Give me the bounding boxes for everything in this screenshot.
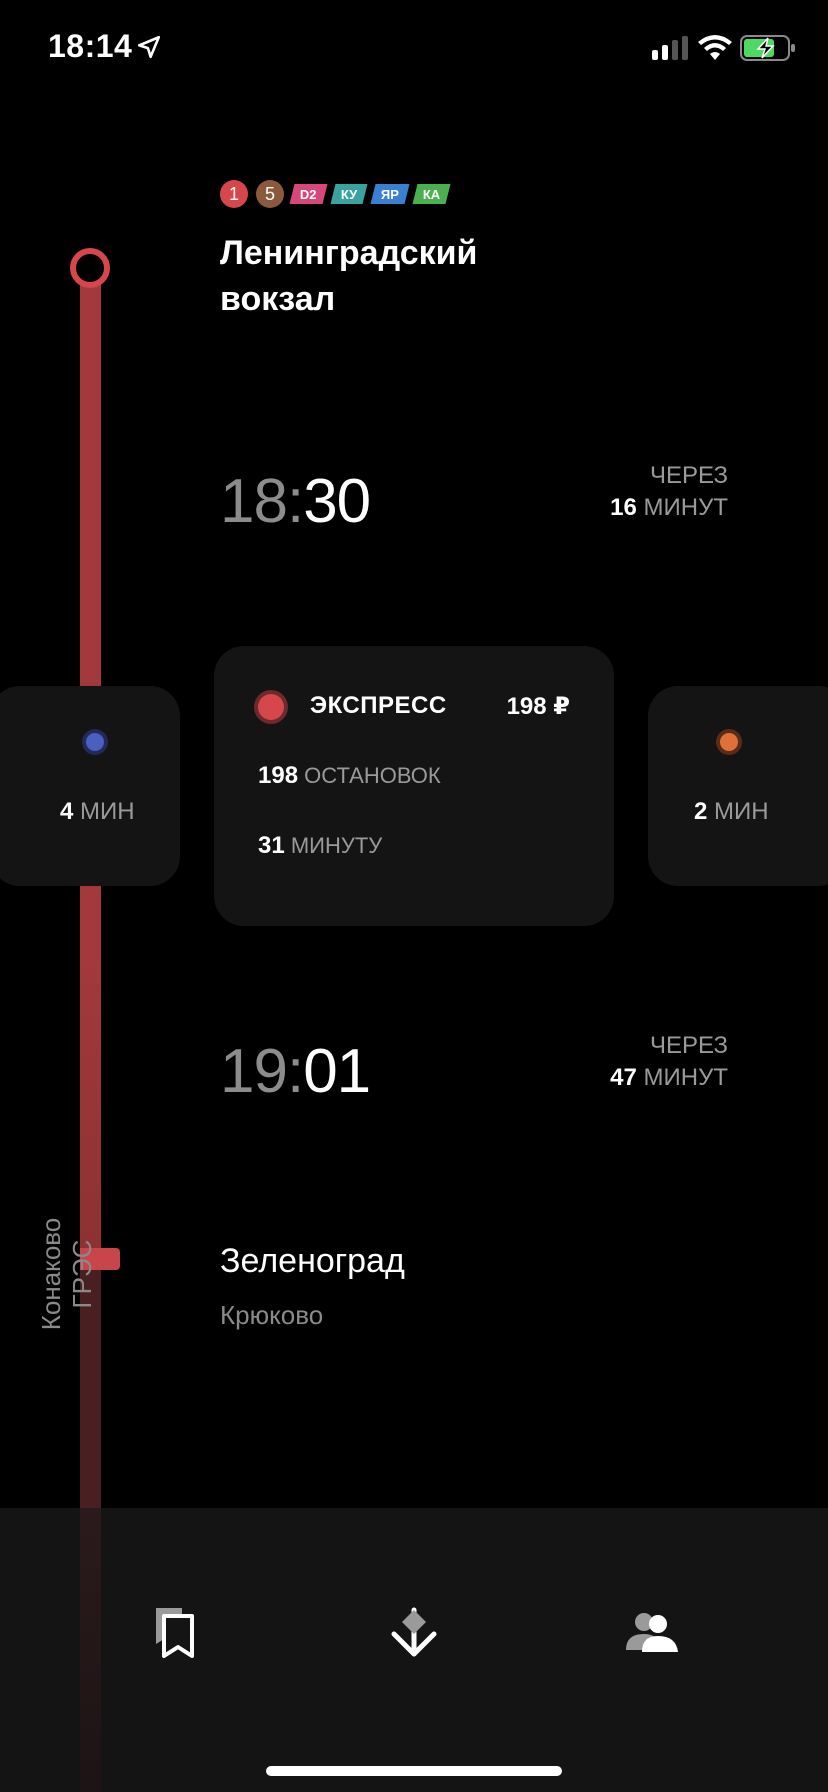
train-duration: 31 МИНУТУ <box>258 832 383 859</box>
location-arrow-icon <box>137 35 161 59</box>
origin-station-title: Ленинградский вокзал <box>220 234 478 318</box>
walk-right-duration: 2 МИН <box>694 798 769 825</box>
train-card[interactable]: ЭКСПРЕСС 198 ₽ 198 ОСТАНОВОК 31 МИНУТУ <box>214 646 614 926</box>
cellular-signal-icon <box>652 36 688 60</box>
line-name-label: Конаково ГРЭС <box>36 1217 97 1331</box>
walk-left-dot <box>86 733 104 751</box>
train-type-label: ЭКСПРЕСС <box>310 692 447 719</box>
badge-yar: ЯР <box>370 184 410 204</box>
home-indicator <box>266 1766 562 1776</box>
train-type-dot <box>258 694 284 720</box>
departure-time-2[interactable]: 19:01 <box>220 1036 371 1107</box>
departure-countdown-2: ЧЕРЕЗ 47 МИНУТ <box>610 1032 728 1091</box>
walk-card-left[interactable] <box>0 686 180 886</box>
profile-icon[interactable] <box>624 1604 680 1660</box>
route-line-faded-overlay <box>80 1508 101 1792</box>
line-badges: 1 5 D2 КУ ЯР КА <box>220 180 451 208</box>
badge-line-5: 5 <box>256 180 284 208</box>
badge-line-1: 1 <box>220 180 248 208</box>
destination-title: Зеленоград <box>220 1242 405 1280</box>
route-direction-icon[interactable] <box>386 1604 442 1660</box>
walk-card-right[interactable] <box>648 686 828 886</box>
walk-left-duration: 4 МИН <box>60 798 135 825</box>
wifi-icon <box>698 35 732 60</box>
badge-ku: КУ <box>330 184 368 204</box>
train-price: 198 ₽ <box>506 693 570 720</box>
battery-charging-icon <box>740 35 795 61</box>
bookmarks-icon[interactable] <box>148 1604 204 1660</box>
departure-time-1[interactable]: 18:30 <box>220 466 371 537</box>
destination-subtitle: Крюково <box>220 1300 324 1330</box>
badge-d2: D2 <box>289 184 328 204</box>
status-time: 18:14 <box>48 28 133 64</box>
departure-countdown-1: ЧЕРЕЗ 16 МИНУТ <box>610 462 728 521</box>
badge-ka: КА <box>412 184 451 204</box>
origin-marker <box>70 248 110 288</box>
walk-right-dot <box>720 733 738 751</box>
train-stops: 198 ОСТАНОВОК <box>258 762 441 789</box>
